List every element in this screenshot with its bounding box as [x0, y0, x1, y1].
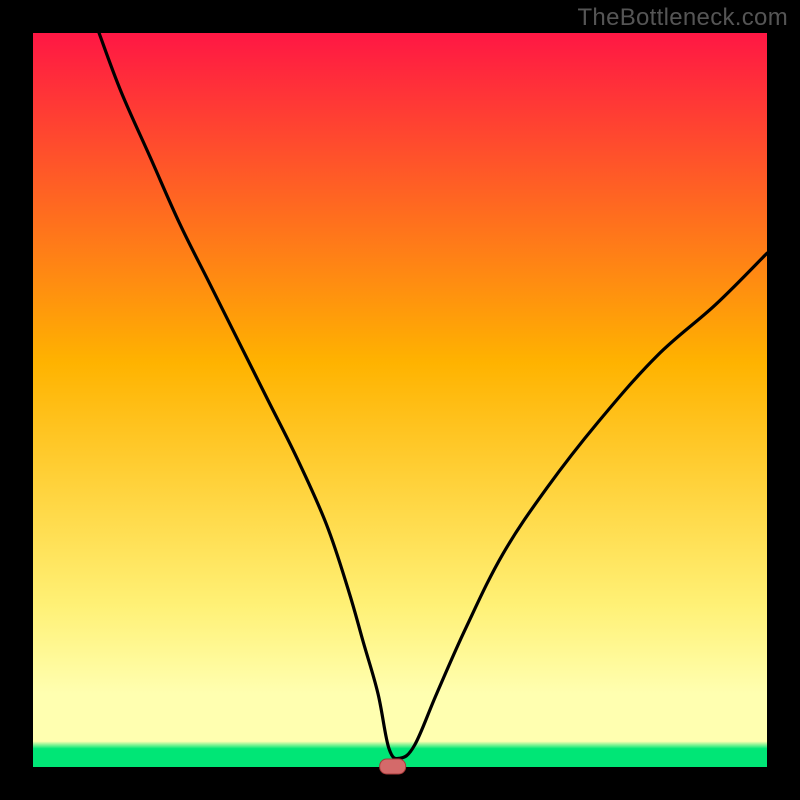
optimal-point-marker: [380, 759, 406, 774]
chart-frame: TheBottleneck.com: [0, 0, 800, 800]
bottleneck-chart: [0, 0, 800, 800]
